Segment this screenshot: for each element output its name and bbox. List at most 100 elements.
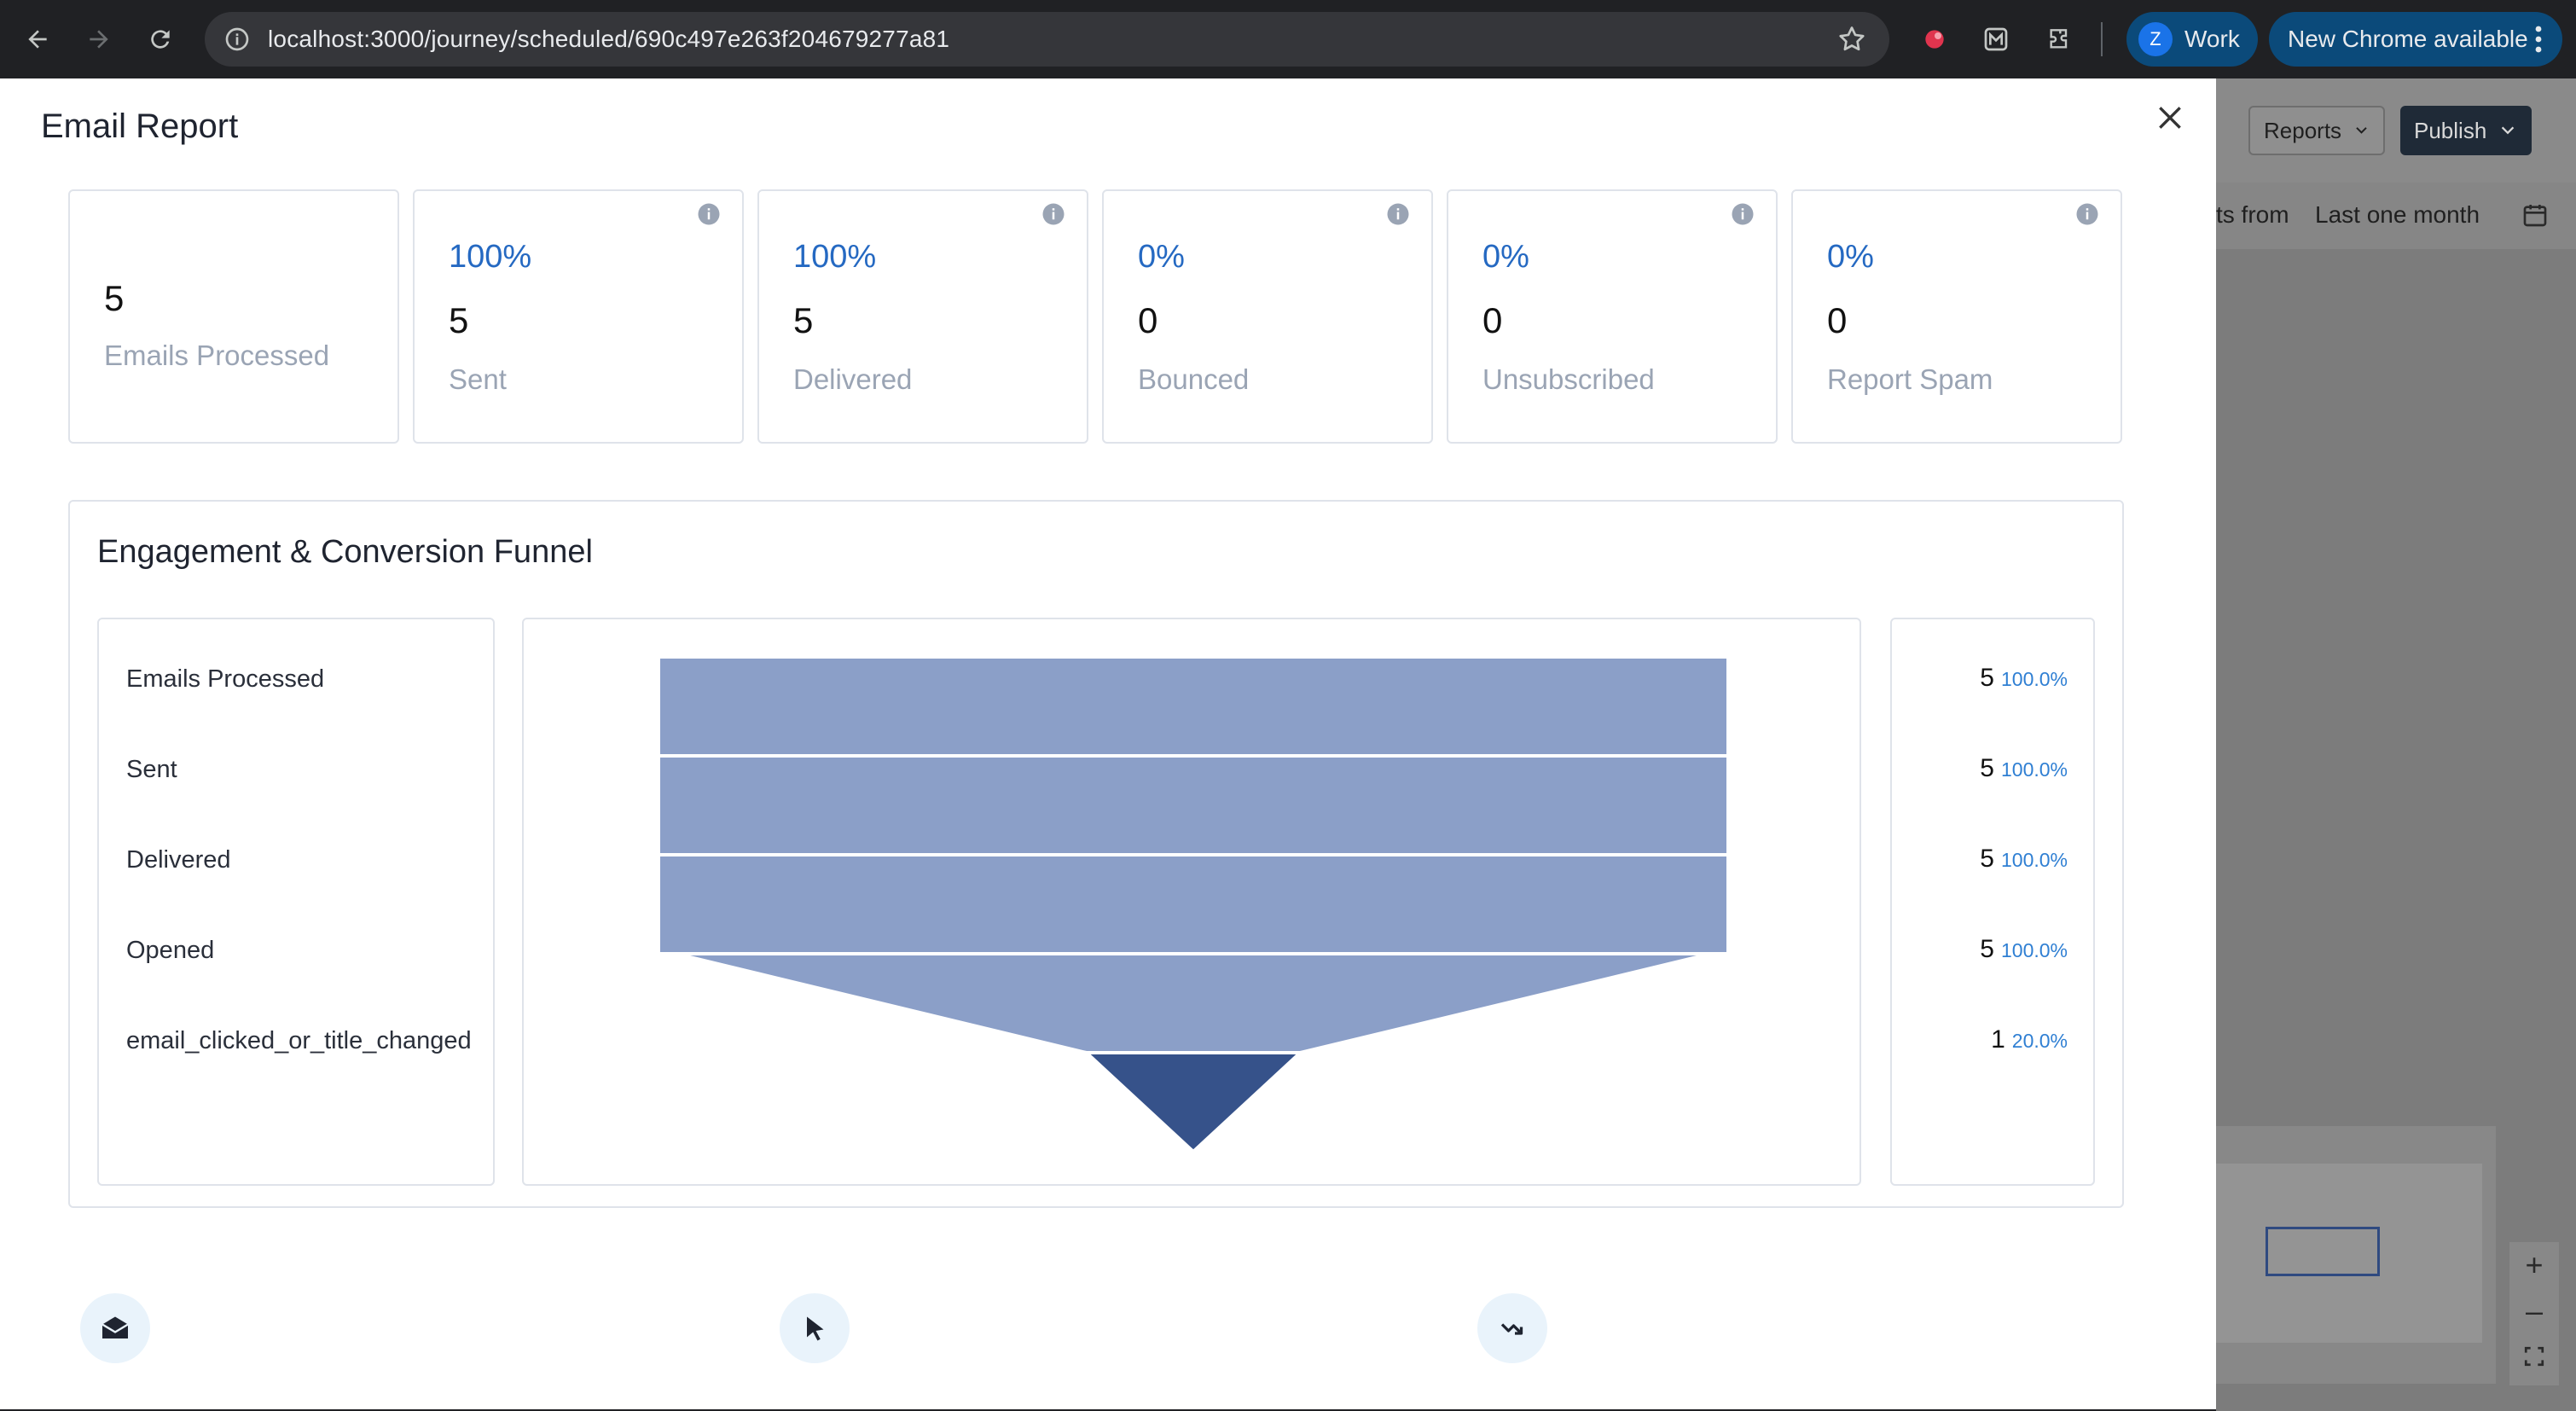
extensions-puzzle-icon[interactable]: [2039, 19, 2080, 60]
extension-red-icon[interactable]: [1914, 19, 1955, 60]
stat-card-sent: 100% 5 Sent: [413, 189, 744, 444]
funnel-percent: 100.0%: [2000, 758, 2068, 781]
stat-percent: 100%: [793, 239, 877, 275]
zoom-in-button[interactable]: +: [2509, 1242, 2559, 1288]
stat-label: Emails Processed: [104, 340, 330, 371]
funnel-stage-label: Delivered: [126, 846, 231, 874]
email-report-modal: Email Report 5 Emails Processed 100% 5 S…: [0, 78, 2216, 1409]
zoom-controls: + –: [2509, 1242, 2559, 1385]
profile-label: Work: [2184, 26, 2240, 52]
funnel-value: 5: [1980, 754, 1994, 782]
zoom-out-button[interactable]: –: [2509, 1288, 2559, 1334]
funnel-svg: [657, 655, 1730, 1154]
funnel-title: Engagement & Conversion Funnel: [97, 534, 593, 570]
funnel-chart: [522, 618, 1861, 1186]
stat-card-report-spam: 0% 0 Report Spam: [1791, 189, 2122, 444]
funnel-stage-labels: Emails Processed Sent Delivered Opened e…: [97, 618, 495, 1186]
toolbar-separator: [2101, 22, 2103, 56]
stat-label: Unsubscribed: [1482, 363, 1655, 395]
conversion-icon[interactable]: [1477, 1293, 1547, 1363]
stat-value: 5: [104, 278, 125, 318]
minimap[interactable]: [2216, 1126, 2496, 1384]
forward-icon[interactable]: [78, 19, 119, 60]
funnel-value-row: 5 100.0%: [1980, 845, 2068, 874]
background-header: Reports Publish: [2216, 78, 2576, 183]
info-icon[interactable]: [1041, 201, 1066, 227]
info-icon[interactable]: [1385, 201, 1411, 227]
stat-card-delivered: 100% 5 Delivered: [757, 189, 1088, 444]
stat-percent: 0%: [1827, 239, 1874, 275]
chevron-down-icon: [2502, 126, 2515, 135]
stat-label: Bounced: [1138, 363, 1250, 395]
funnel-value: 5: [1980, 664, 1994, 692]
more-menu-icon[interactable]: [2530, 24, 2547, 55]
stat-value: 0: [1827, 300, 1848, 340]
profile-avatar: Z: [2138, 22, 2173, 56]
stat-percent: 100%: [449, 239, 532, 275]
fit-view-icon[interactable]: [2509, 1334, 2559, 1380]
filter-range[interactable]: Last one month: [2315, 201, 2480, 229]
info-icon[interactable]: [2074, 201, 2100, 227]
funnel-value: 1: [1991, 1025, 2005, 1054]
reports-dropdown[interactable]: Reports: [2248, 106, 2385, 155]
funnel-stage-label: Emails Processed: [126, 665, 325, 693]
funnel-value: 5: [1980, 935, 1994, 963]
stat-value: 0: [1138, 300, 1158, 340]
background-app: Reports Publish ts from Last one month +…: [2216, 78, 2576, 1411]
funnel-stage-4[interactable]: [1082, 1051, 1305, 1154]
funnel-panel: Engagement & Conversion Funnel Emails Pr…: [68, 500, 2124, 1208]
stat-value: 0: [1482, 300, 1503, 340]
funnel-stage-label: Sent: [126, 756, 177, 783]
minimap-viewport[interactable]: [2266, 1227, 2380, 1276]
stat-value: 5: [449, 300, 469, 340]
funnel-stage-1[interactable]: [657, 754, 1730, 856]
funnel-value-row: 1 20.0%: [1991, 1025, 2068, 1054]
email-open-icon[interactable]: [80, 1293, 150, 1363]
funnel-stage-label: Opened: [126, 937, 215, 964]
url-text[interactable]: localhost:3000/journey/scheduled/690c497…: [268, 26, 949, 53]
funnel-stage-3[interactable]: [675, 952, 1712, 1054]
site-info-icon[interactable]: [223, 26, 251, 53]
funnel-percent: 100.0%: [2000, 939, 2068, 961]
update-label: New Chrome available: [2288, 26, 2528, 52]
funnel-value: 5: [1980, 845, 1994, 873]
stat-card-unsubscribed: 0% 0 Unsubscribed: [1447, 189, 1778, 444]
filter-prefix: ts from: [2216, 201, 2289, 228]
minimap-canvas: [2216, 1164, 2482, 1343]
funnel-percent: 100.0%: [2000, 849, 2068, 871]
stat-value: 5: [793, 300, 814, 340]
stat-label: Sent: [449, 363, 507, 395]
stat-label: Report Spam: [1827, 363, 1993, 395]
extension-m-icon[interactable]: [1976, 19, 2016, 60]
chrome-update-button[interactable]: New Chrome available: [2269, 12, 2562, 67]
funnel-percent: 100.0%: [2000, 668, 2068, 690]
cursor-click-icon[interactable]: [780, 1293, 850, 1363]
funnel-stage-label: email_clicked_or_title_changed: [126, 1027, 472, 1054]
date-filter[interactable]: ts from Last one month: [2216, 183, 2576, 249]
info-icon[interactable]: [1730, 201, 1755, 227]
bookmark-star-icon[interactable]: [1836, 24, 1867, 55]
stat-label: Delivered: [793, 363, 913, 395]
funnel-stage-2[interactable]: [657, 853, 1730, 955]
reports-label: Reports: [2264, 117, 2342, 143]
funnel-value-row: 5 100.0%: [1980, 754, 2068, 783]
stat-card-bounced: 0% 0 Bounced: [1102, 189, 1433, 444]
stat-percent: 0%: [1138, 239, 1185, 275]
funnel-stage-0[interactable]: [657, 655, 1730, 758]
funnel-value-row: 5 100.0%: [1980, 664, 2068, 693]
back-icon[interactable]: [17, 19, 58, 60]
funnel-values: 5 100.0% 5 100.0% 5 100.0% 5 100.0% 1 20…: [1890, 618, 2095, 1186]
close-icon[interactable]: [2153, 101, 2187, 135]
address-bar[interactable]: localhost:3000/journey/scheduled/690c497…: [205, 12, 1889, 67]
browser-toolbar: localhost:3000/journey/scheduled/690c497…: [0, 0, 2576, 78]
publish-label: Publish: [2414, 117, 2487, 143]
reload-icon[interactable]: [140, 19, 181, 60]
profile-button[interactable]: Z Work: [2126, 12, 2258, 67]
info-icon[interactable]: [696, 201, 722, 227]
stat-percent: 0%: [1482, 239, 1529, 275]
publish-dropdown[interactable]: Publish: [2400, 106, 2532, 155]
calendar-icon[interactable]: [2521, 201, 2549, 229]
chevron-down-icon: [2356, 127, 2367, 134]
modal-title: Email Report: [41, 107, 239, 145]
funnel-value-row: 5 100.0%: [1980, 935, 2068, 964]
